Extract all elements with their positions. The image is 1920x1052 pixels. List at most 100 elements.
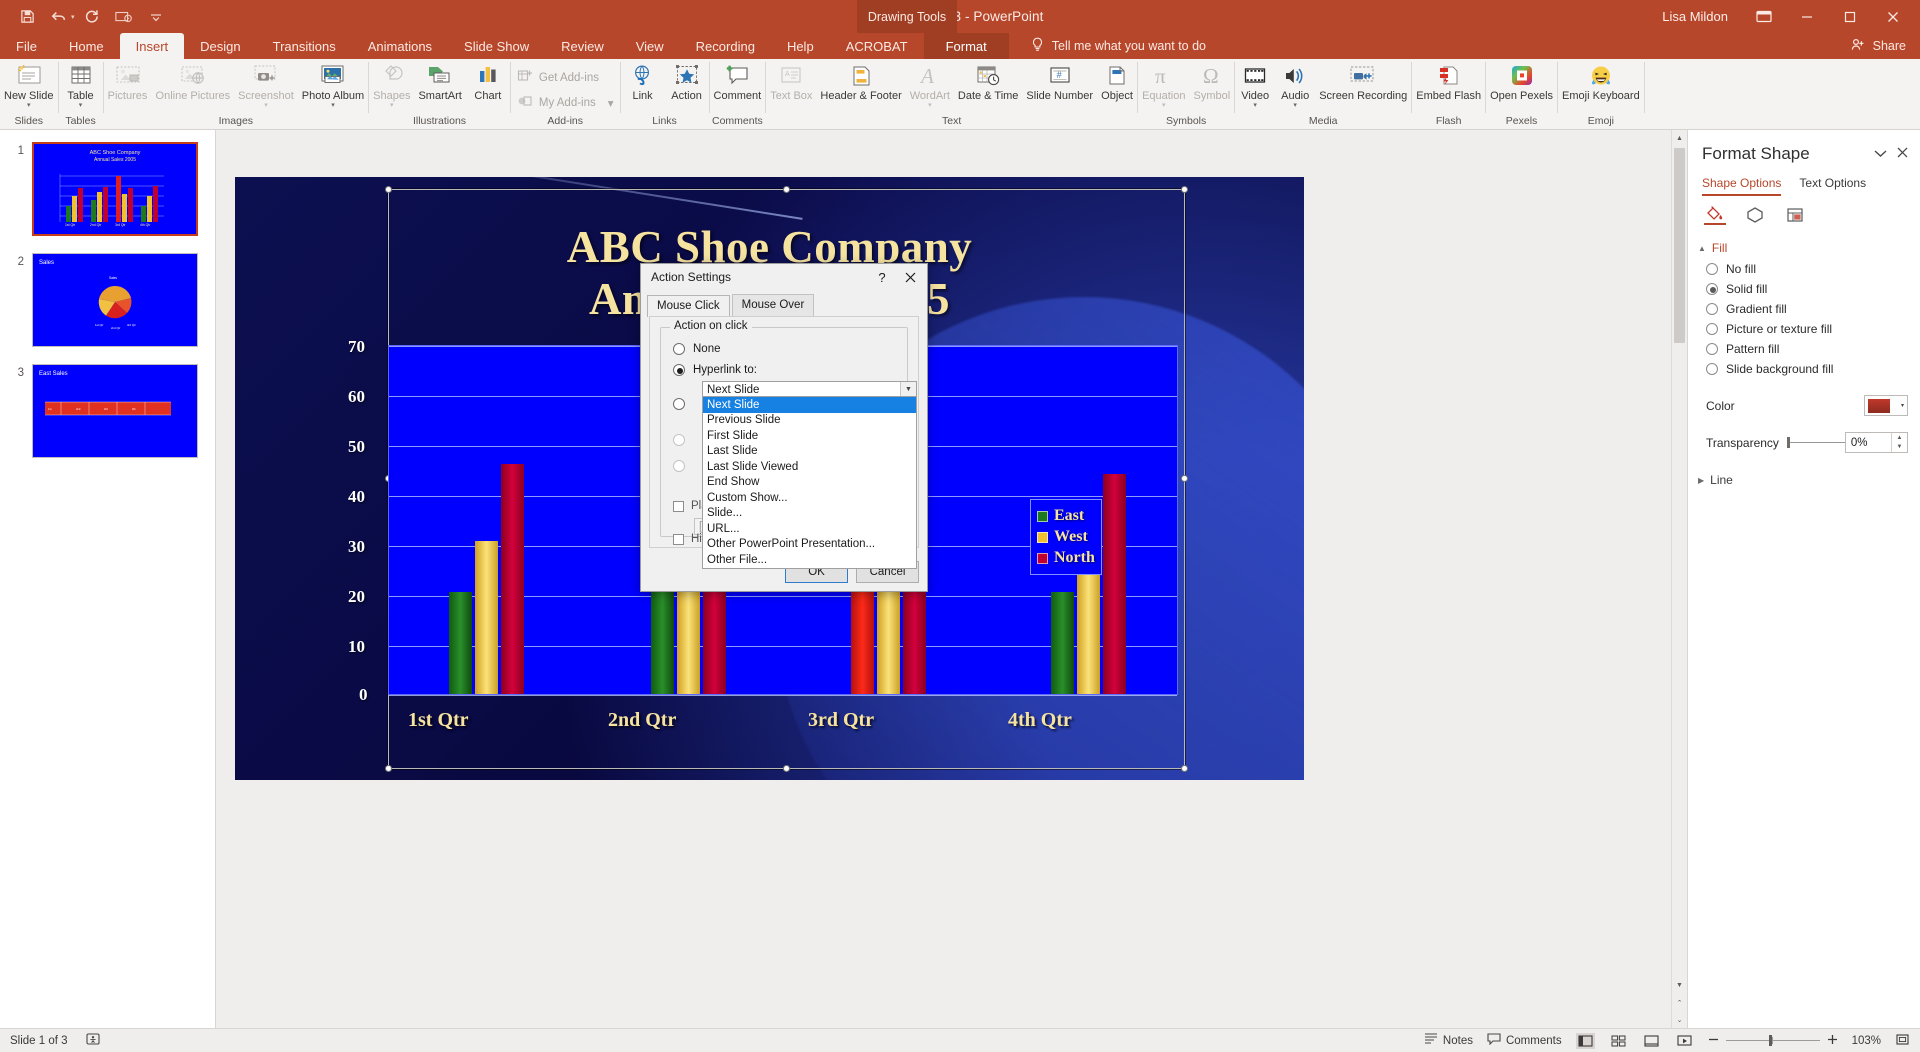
- chevron-down-icon[interactable]: ▾: [1901, 402, 1904, 409]
- checkbox-box[interactable]: [673, 500, 684, 512]
- dropdown-item-slide[interactable]: Slide...: [703, 506, 916, 522]
- tab-mouse-click[interactable]: Mouse Click: [647, 295, 730, 317]
- chevron-down-icon[interactable]: ▼: [900, 382, 916, 397]
- dropdown-item-end-show[interactable]: End Show: [703, 475, 916, 491]
- tab-animations[interactable]: Animations: [352, 33, 448, 59]
- video-dropdown-icon[interactable]: ▾: [1253, 102, 1257, 109]
- notes-button[interactable]: Notes: [1424, 1033, 1473, 1048]
- reading-view-icon[interactable]: [1642, 1033, 1661, 1049]
- option-run-program[interactable]: [673, 398, 685, 410]
- ribbon-display-options-icon[interactable]: [1742, 0, 1785, 33]
- dropdown-item-next-slide[interactable]: Next Slide: [703, 397, 916, 413]
- radio-picture-texture-fill[interactable]: [1706, 323, 1718, 335]
- dropdown-item-other-powerpoint-presentation[interactable]: Other PowerPoint Presentation...: [703, 537, 916, 553]
- action-settings-dialog[interactable]: Action Settings ? Mouse Click Mouse Over…: [640, 263, 928, 592]
- dropdown-item-custom-show[interactable]: Custom Show...: [703, 490, 916, 506]
- object-button[interactable]: Object: [1097, 59, 1137, 103]
- header-footer-button[interactable]: Header & Footer: [816, 59, 905, 103]
- customize-qat-icon[interactable]: [141, 4, 171, 30]
- share-button[interactable]: Share: [1829, 33, 1920, 59]
- resize-handle-ne[interactable]: [1181, 186, 1188, 193]
- thumbnail-slide-1[interactable]: 1 ABC Shoe Company Annual Sales 2005 1st…: [0, 142, 215, 236]
- link-button[interactable]: Link: [621, 59, 665, 103]
- scroll-up-icon[interactable]: ▲: [1672, 130, 1687, 147]
- plus-icon[interactable]: [1827, 1034, 1838, 1048]
- section-header-fill[interactable]: ▲ Fill: [1688, 233, 1920, 259]
- fit-to-window-icon[interactable]: [1895, 1033, 1910, 1049]
- checkbox-box[interactable]: [673, 533, 684, 545]
- video-button[interactable]: Video ▾: [1235, 59, 1275, 109]
- tab-insert[interactable]: Insert: [119, 33, 185, 59]
- normal-view-icon[interactable]: [1575, 1032, 1595, 1049]
- radio-gradient-fill[interactable]: [1706, 303, 1718, 315]
- close-icon[interactable]: [1897, 145, 1908, 163]
- fill-line-bucket-icon[interactable]: [1704, 205, 1726, 225]
- slide-sorter-view-icon[interactable]: [1609, 1033, 1628, 1049]
- dropdown-item-other-file[interactable]: Other File...: [703, 552, 916, 568]
- section-header-line[interactable]: ▶ Line: [1688, 457, 1920, 491]
- action-button[interactable]: Action: [665, 59, 709, 103]
- smartart-button[interactable]: SmartArt: [414, 59, 465, 103]
- fill-option-pattern-fill[interactable]: Pattern fill: [1688, 339, 1920, 359]
- fill-option-no-fill[interactable]: No fill: [1688, 259, 1920, 279]
- new-slide-button[interactable]: New Slide ▾: [0, 59, 58, 109]
- tab-help[interactable]: Help: [771, 33, 830, 59]
- slide-number-button[interactable]: # Slide Number: [1022, 59, 1097, 103]
- resize-handle-s[interactable]: [782, 765, 790, 772]
- zoom-knob[interactable]: [1768, 1035, 1772, 1046]
- previous-slide-icon[interactable]: ⌃: [1672, 994, 1687, 1011]
- restore-icon[interactable]: [1828, 0, 1871, 33]
- option-none[interactable]: None: [673, 343, 721, 355]
- minus-icon[interactable]: [1708, 1034, 1719, 1048]
- resize-handle-n[interactable]: [782, 186, 790, 193]
- resize-handle-se[interactable]: [1181, 765, 1188, 772]
- thumbnail-slide-2[interactable]: 2 Sales Sales 1st Qtr 2nd Qtr 3rd Qtr: [0, 253, 215, 347]
- spinner-down-icon[interactable]: ▼: [1892, 443, 1907, 453]
- scroll-down-icon[interactable]: ▼: [1672, 977, 1687, 994]
- photo-album-button[interactable]: Photo Album ▾: [298, 59, 368, 109]
- tab-mouse-over[interactable]: Mouse Over: [731, 294, 815, 316]
- spinner-up-icon[interactable]: ▲: [1892, 433, 1907, 443]
- effects-pentagon-icon[interactable]: [1744, 205, 1766, 225]
- tab-slide-show[interactable]: Slide Show: [448, 33, 545, 59]
- dropdown-item-url[interactable]: URL...: [703, 521, 916, 537]
- tab-shape-options[interactable]: Shape Options: [1702, 176, 1782, 196]
- fill-color-picker[interactable]: ▾: [1864, 395, 1908, 416]
- tab-view[interactable]: View: [620, 33, 680, 59]
- chart-button[interactable]: Chart: [466, 59, 510, 103]
- close-icon[interactable]: [1871, 0, 1914, 33]
- date-time-button[interactable]: Date & Time: [954, 59, 1023, 103]
- audio-dropdown-icon[interactable]: ▾: [1293, 102, 1297, 109]
- spinner-arrows[interactable]: ▲ ▼: [1891, 433, 1907, 452]
- resize-handle-nw[interactable]: [385, 186, 392, 193]
- table-dropdown-icon[interactable]: ▾: [79, 102, 83, 109]
- option-run-macro[interactable]: [673, 434, 685, 446]
- next-slide-icon[interactable]: ⌄: [1672, 1011, 1687, 1028]
- transparency-slider[interactable]: [1786, 437, 1845, 448]
- radio-run-program[interactable]: [673, 398, 685, 410]
- tab-acrobat[interactable]: ACROBAT: [830, 33, 924, 59]
- fill-option-slide-background-fill[interactable]: Slide background fill: [1688, 359, 1920, 379]
- accessibility-icon[interactable]: [85, 1032, 101, 1049]
- option-object-action[interactable]: [673, 460, 685, 472]
- resize-handle-e[interactable]: [1181, 475, 1188, 482]
- slider-handle[interactable]: [1786, 437, 1790, 448]
- fill-option-solid-fill[interactable]: Solid fill: [1688, 279, 1920, 299]
- dropdown-item-last-slide-viewed[interactable]: Last Slide Viewed: [703, 459, 916, 475]
- dropdown-item-first-slide[interactable]: First Slide: [703, 428, 916, 444]
- slideshow-view-icon[interactable]: [1675, 1033, 1694, 1049]
- comment-button[interactable]: Comment: [710, 59, 766, 103]
- tab-text-options[interactable]: Text Options: [1799, 176, 1866, 196]
- screen-recording-button[interactable]: Screen Recording: [1315, 59, 1411, 103]
- save-icon[interactable]: [12, 4, 42, 30]
- tab-home[interactable]: Home: [53, 33, 120, 59]
- radio-pattern-fill[interactable]: [1706, 343, 1718, 355]
- undo-dropdown-icon[interactable]: ▾: [71, 13, 75, 21]
- chevron-down-icon[interactable]: [1874, 145, 1887, 163]
- radio-slide-background-fill[interactable]: [1706, 363, 1718, 375]
- redo-icon[interactable]: [77, 4, 107, 30]
- radio-solid-fill[interactable]: [1706, 283, 1718, 295]
- radio-none[interactable]: [673, 343, 685, 355]
- tab-design[interactable]: Design: [184, 33, 256, 59]
- photo-album-dropdown-icon[interactable]: ▾: [331, 102, 335, 109]
